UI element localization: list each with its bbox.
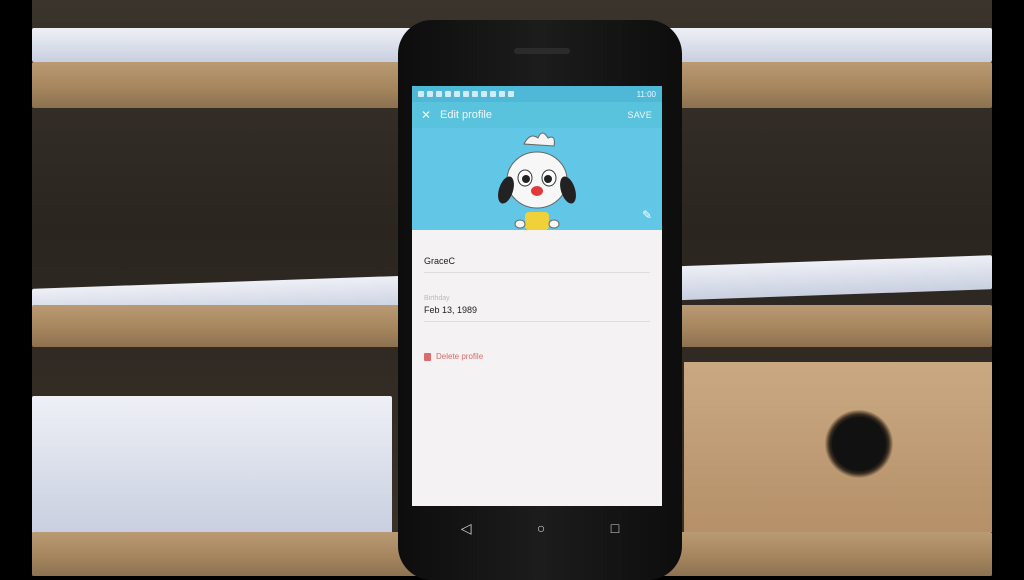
pencil-icon[interactable]: ✎ <box>642 208 652 222</box>
status-time: 11:00 <box>636 89 656 99</box>
phone-device: 11:00 ✕ Edit profile SAVE ✎ GraceC Birth… <box>398 20 682 580</box>
home-icon[interactable]: ○ <box>537 520 545 536</box>
notification-icon <box>490 90 496 97</box>
notification-icon <box>427 90 433 97</box>
back-icon[interactable]: ◁ <box>461 520 472 537</box>
dog-avatar-icon <box>498 132 576 230</box>
phone-speaker <box>514 48 570 54</box>
birthday-field[interactable]: Feb 13, 1989 <box>424 305 650 322</box>
profile-header-image[interactable]: ✎ <box>412 128 662 230</box>
status-bar: 11:00 <box>412 86 662 102</box>
notification-icon <box>472 90 478 97</box>
notification-icon <box>445 90 451 97</box>
notification-icon <box>454 90 460 97</box>
notification-icons <box>418 90 517 99</box>
phone-screen: 11:00 ✕ Edit profile SAVE ✎ GraceC Birth… <box>412 86 662 506</box>
delete-profile-label: Delete profile <box>436 352 484 361</box>
navigation-bar: ◁ ○ □ <box>428 508 652 548</box>
birthday-label: Birthday <box>424 295 450 302</box>
recents-icon[interactable]: □ <box>611 520 619 536</box>
trash-icon <box>424 352 431 361</box>
name-field[interactable]: GraceC <box>424 256 650 273</box>
paper-stack-bottom <box>32 396 392 534</box>
notification-icon <box>418 90 424 97</box>
notification-icon <box>436 90 442 97</box>
profile-form: GraceC Birthday Feb 13, 1989 Delete prof… <box>412 230 662 361</box>
notification-icon <box>508 90 514 97</box>
notification-icon <box>481 90 487 97</box>
letterbox-right <box>992 0 1024 576</box>
delete-profile-button[interactable]: Delete profile <box>424 352 650 361</box>
page-title: Edit profile <box>440 109 492 121</box>
close-icon[interactable]: ✕ <box>412 108 440 122</box>
save-button[interactable]: SAVE <box>627 110 662 120</box>
notification-icon <box>463 90 469 97</box>
drawer-handle-hole <box>825 410 893 478</box>
app-bar: ✕ Edit profile SAVE <box>412 102 662 128</box>
letterbox-left <box>0 0 32 576</box>
notification-icon <box>499 90 505 97</box>
